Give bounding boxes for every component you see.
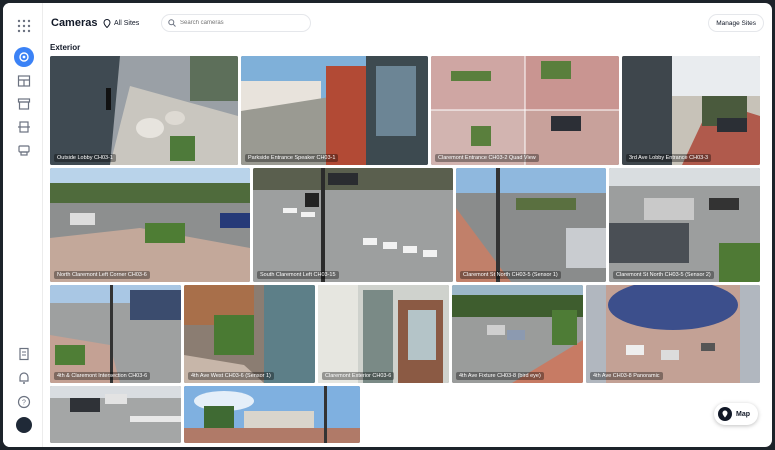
camera-feed-image xyxy=(50,285,181,383)
camera-label: Parkside Entrance Speaker CH03-1 xyxy=(245,154,339,162)
camera-tile[interactable]: Outside Lobby CH03-1 xyxy=(50,56,238,165)
camera-grid: Outside Lobby CH03-1 Parkside Entrance S… xyxy=(50,56,760,443)
camera-tile[interactable]: Claremont St North CH03-5 (Sensor 2) xyxy=(609,168,760,282)
avatar[interactable] xyxy=(16,417,32,433)
camera-feed-image xyxy=(431,56,619,165)
location-pin-icon xyxy=(103,18,111,28)
sidebar: ? xyxy=(3,3,43,447)
camera-feed-image xyxy=(241,56,428,165)
camera-label: Outside Lobby CH03-1 xyxy=(54,154,116,162)
camera-label: Claremont St North CH03-5 (Sensor 1) xyxy=(460,271,561,279)
section-title: Exterior xyxy=(50,43,81,52)
grid-menu-icon[interactable] xyxy=(15,17,33,35)
bell-icon[interactable] xyxy=(15,369,33,387)
access-control-icon[interactable] xyxy=(15,118,33,136)
page-title: Cameras xyxy=(51,17,98,29)
camera-tile[interactable]: 4th Ave Fixture CH03-8 (bird eye) xyxy=(452,285,583,383)
camera-label: 4th Ave CH03-8 Panoramic xyxy=(590,372,663,380)
camera-feed-image xyxy=(50,56,238,165)
camera-tile[interactable] xyxy=(184,386,360,443)
camera-feed-image xyxy=(586,285,760,383)
camera-feed-image xyxy=(184,386,360,443)
search-icon xyxy=(168,19,176,27)
camera-tile[interactable]: North Claremont Left Corner CH03-6 xyxy=(50,168,250,282)
camera-label: 4th & Claremont Intersection CH03-6 xyxy=(54,372,151,380)
camera-tile[interactable]: 4th Ave CH03-8 Panoramic xyxy=(586,285,760,383)
app-window: ? Cameras All Sites Manage Sites Exterio… xyxy=(3,3,772,447)
camera-label: Claremont St North CH03-5 (Sensor 2) xyxy=(613,271,714,279)
archive-icon[interactable] xyxy=(15,95,33,113)
camera-feed-image xyxy=(622,56,760,165)
svg-text:?: ? xyxy=(22,400,26,407)
map-button-label: Map xyxy=(736,410,750,418)
camera-feed-image xyxy=(609,168,760,282)
camera-feed-image xyxy=(184,285,315,383)
map-button[interactable]: Map xyxy=(714,403,758,425)
device-icon[interactable] xyxy=(15,141,33,159)
camera-tile[interactable]: Claremont Entrance CH03-2 Quad View xyxy=(431,56,619,165)
camera-feed-image xyxy=(456,168,606,282)
camera-tile[interactable]: Claremont Exterior CH03-6 xyxy=(318,285,449,383)
camera-tile[interactable]: 4th Ave West CH03-6 (Sensor 1) xyxy=(184,285,315,383)
camera-label: 3rd Ave Lobby Entrance CH03-3 xyxy=(626,154,712,162)
camera-feed-image xyxy=(50,168,250,282)
camera-tile[interactable]: 4th & Claremont Intersection CH03-6 xyxy=(50,285,181,383)
camera-label: South Claremont Left CH03-15 xyxy=(257,271,339,279)
cameras-icon[interactable] xyxy=(14,47,34,67)
help-icon[interactable]: ? xyxy=(15,393,33,411)
camera-tile[interactable]: Claremont St North CH03-5 (Sensor 1) xyxy=(456,168,606,282)
search-box[interactable] xyxy=(161,14,311,32)
manage-sites-button[interactable]: Manage Sites xyxy=(708,14,764,32)
search-input[interactable] xyxy=(180,20,300,26)
camera-feed-image xyxy=(318,285,449,383)
camera-label: Claremont Exterior CH03-6 xyxy=(322,372,395,380)
map-icon xyxy=(718,407,732,421)
camera-label: 4th Ave West CH03-6 (Sensor 1) xyxy=(188,372,274,380)
camera-label: North Claremont Left Corner CH03-6 xyxy=(54,271,150,279)
camera-label: 4th Ave Fixture CH03-8 (bird eye) xyxy=(456,372,544,380)
camera-feed-image xyxy=(50,386,181,443)
camera-tile[interactable]: South Claremont Left CH03-15 xyxy=(253,168,453,282)
header: Cameras All Sites Manage Sites xyxy=(43,3,772,41)
camera-tile[interactable]: Parkside Entrance Speaker CH03-1 xyxy=(241,56,428,165)
camera-label: Claremont Entrance CH03-2 Quad View xyxy=(435,154,539,162)
dashboard-icon[interactable] xyxy=(15,72,33,90)
site-selector-label: All Sites xyxy=(114,19,140,27)
camera-tile[interactable]: 3rd Ave Lobby Entrance CH03-3 xyxy=(622,56,760,165)
site-selector[interactable]: All Sites xyxy=(103,14,139,32)
document-icon[interactable] xyxy=(15,345,33,363)
camera-tile[interactable] xyxy=(50,386,181,443)
camera-feed-image xyxy=(452,285,583,383)
camera-feed-image xyxy=(253,168,453,282)
